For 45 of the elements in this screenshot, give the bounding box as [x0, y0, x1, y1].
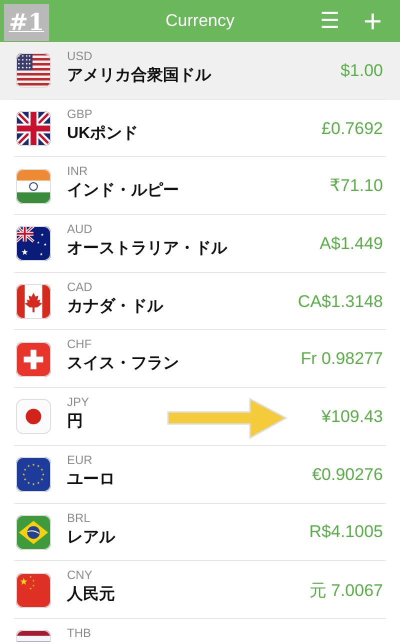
currency-name: スイス・フラン: [67, 354, 180, 374]
flag-icon: [16, 53, 51, 88]
currency-row[interactable]: USD アメリカ合衆国ドル $1.00: [0, 42, 400, 100]
currency-value: A$1.449: [320, 234, 383, 254]
currency-value: ₹71.10: [330, 176, 383, 196]
currency-value: ¥109.43: [322, 406, 383, 427]
currency-code: AUD: [67, 223, 94, 236]
currency-name: インド・ルピー: [67, 181, 180, 202]
currency-code: JPY: [67, 396, 90, 410]
currency-code: BRL: [67, 512, 92, 524]
currency-code: CHF: [67, 338, 93, 352]
currency-name: 人民元: [67, 585, 116, 606]
currency-value: CA$1.3148: [298, 292, 383, 312]
arrow-icon: [166, 396, 288, 440]
flag-icon: [16, 342, 51, 377]
currency-name: カナダ・ドル: [67, 296, 164, 317]
currency-code: CAD: [67, 280, 94, 294]
flag-icon: [16, 111, 51, 146]
currency-code: EUR: [67, 454, 94, 467]
flag-icon: [16, 226, 51, 262]
currency-name: レアル: [67, 528, 116, 548]
currency-name: アメリカ合衆国ドル: [67, 66, 212, 86]
rank-badge: #1: [4, 4, 49, 41]
currency-value: Fr 0.98277: [300, 349, 383, 370]
currency-code: CNY: [67, 569, 94, 582]
currency-name: 円: [67, 412, 84, 432]
currency-code: THB: [67, 626, 92, 640]
currency-value: £0.7692: [322, 118, 383, 139]
flag-icon: [16, 168, 51, 204]
flag-icon: [16, 514, 51, 550]
currency-value: €0.90276: [312, 464, 383, 485]
currency-name: UKポンド: [67, 124, 140, 144]
currency-code: INR: [67, 165, 89, 178]
currency-name: オーストラリア・ドル: [67, 239, 228, 260]
flag-icon: [16, 457, 51, 492]
currency-value: $1.00: [340, 60, 383, 81]
currency-value: R$4.1005: [309, 522, 383, 542]
flag-icon: [16, 284, 51, 320]
header-title: Currency: [166, 11, 234, 31]
currency-value: 元 7.0067: [309, 580, 383, 602]
flag-icon: [16, 572, 51, 608]
currency-name: ユーロ: [67, 470, 116, 490]
currency-code: GBP: [67, 108, 94, 121]
currency-code: USD: [67, 50, 94, 63]
flag-icon: [16, 399, 51, 434]
